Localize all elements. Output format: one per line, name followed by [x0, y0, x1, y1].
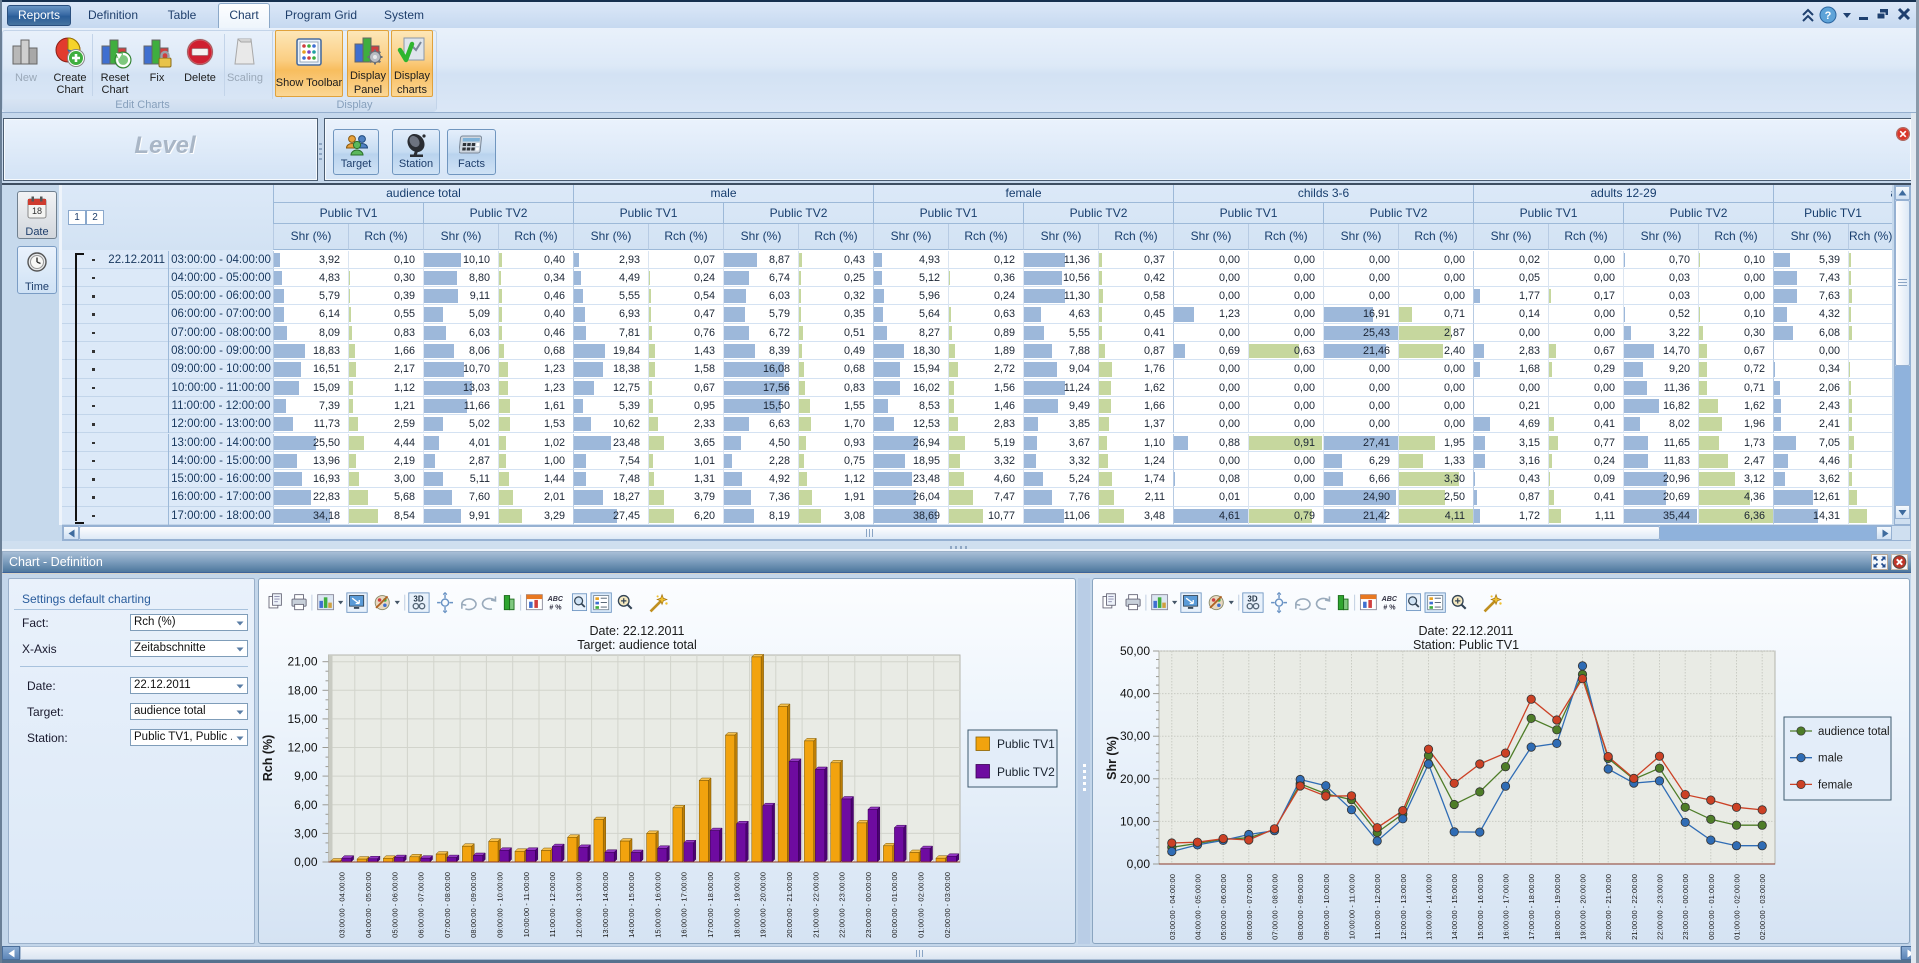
svg-text:14:00:00 - 15:00:00: 14:00:00 - 15:00:00: [1450, 874, 1459, 940]
svg-text:01:00:00 - 02:00:00: 01:00:00 - 02:00:00: [917, 872, 926, 938]
svg-text:11:00:00 - 12:00:00: 11:00:00 - 12:00:00: [548, 872, 557, 937]
svg-text:11:00:00 - 12:00:00: 11:00:00 - 12:00:00: [1373, 874, 1382, 939]
svg-text:07:00:00 - 08:00:00: 07:00:00 - 08:00:00: [443, 872, 452, 938]
svg-text:08:00:00 - 09:00:00: 08:00:00 - 09:00:00: [469, 872, 478, 938]
svg-text:19:00:00 - 20:00:00: 19:00:00 - 20:00:00: [1579, 874, 1588, 940]
svg-text:10:00:00 - 11:00:00: 10:00:00 - 11:00:00: [1348, 874, 1357, 939]
svg-text:20:00:00 - 21:00:00: 20:00:00 - 21:00:00: [785, 872, 794, 938]
svg-text:17:00:00 - 18:00:00: 17:00:00 - 18:00:00: [706, 872, 715, 938]
svg-text:?: ?: [1825, 10, 1832, 22]
svg-text:female: female: [1818, 779, 1853, 791]
svg-text:05:00:00 - 06:00:00: 05:00:00 - 06:00:00: [1219, 874, 1228, 940]
svg-text:18:00:00 - 19:00:00: 18:00:00 - 19:00:00: [1553, 874, 1562, 940]
svg-text:04:00:00 - 05:00:00: 04:00:00 - 05:00:00: [1194, 874, 1203, 940]
svg-text:6,00: 6,00: [294, 798, 318, 812]
svg-text:22:00:00 - 23:00:00: 22:00:00 - 23:00:00: [838, 872, 847, 938]
svg-text:17:00:00 - 18:00:00: 17:00:00 - 18:00:00: [1527, 874, 1536, 940]
svg-text:08:00:00 - 09:00:00: 08:00:00 - 09:00:00: [1296, 874, 1305, 940]
svg-text:23:00:00 - 00:00:00: 23:00:00 - 00:00:00: [1681, 874, 1690, 940]
svg-text:male: male: [1818, 753, 1843, 765]
svg-text:18: 18: [32, 206, 42, 216]
svg-text:06:00:00 - 07:00:00: 06:00:00 - 07:00:00: [1245, 874, 1254, 940]
svg-text:13:00:00 - 14:00:00: 13:00:00 - 14:00:00: [601, 872, 610, 938]
svg-text:0,00: 0,00: [294, 855, 318, 869]
svg-text:10,00: 10,00: [1120, 814, 1150, 828]
svg-text:40,00: 40,00: [1120, 687, 1150, 701]
svg-text:Public TV2: Public TV2: [997, 765, 1055, 779]
svg-text:19:00:00 - 20:00:00: 19:00:00 - 20:00:00: [759, 872, 768, 938]
svg-text:50,00: 50,00: [1120, 644, 1150, 658]
svg-text:06:00:00 - 07:00:00: 06:00:00 - 07:00:00: [417, 872, 426, 938]
svg-text:15,00: 15,00: [287, 712, 317, 726]
svg-text:03:00:00 - 04:00:00: 03:00:00 - 04:00:00: [1168, 874, 1177, 940]
svg-text:18,00: 18,00: [287, 683, 317, 697]
svg-text:30,00: 30,00: [1120, 729, 1150, 743]
svg-text:00:00:00 - 01:00:00: 00:00:00 - 01:00:00: [890, 872, 899, 938]
svg-text:20:00:00 - 21:00:00: 20:00:00 - 21:00:00: [1604, 874, 1613, 940]
svg-text:audience total: audience total: [1818, 726, 1890, 738]
svg-text:22:00:00 - 23:00:00: 22:00:00 - 23:00:00: [1656, 874, 1665, 940]
svg-text:02:00:00 - 03:00:00: 02:00:00 - 03:00:00: [943, 872, 952, 938]
svg-text:Public TV1: Public TV1: [997, 737, 1055, 751]
svg-text:Rch (%): Rch (%): [261, 735, 275, 782]
svg-text:9,00: 9,00: [294, 769, 318, 783]
svg-text:21:00:00 - 22:00:00: 21:00:00 - 22:00:00: [1630, 874, 1639, 940]
svg-text:3,00: 3,00: [294, 826, 318, 840]
svg-text:23:00:00 - 00:00:00: 23:00:00 - 00:00:00: [864, 872, 873, 938]
svg-text:15:00:00 - 16:00:00: 15:00:00 - 16:00:00: [653, 872, 662, 938]
svg-text:00:00:00 - 01:00:00: 00:00:00 - 01:00:00: [1707, 874, 1716, 940]
svg-text:Shr (%): Shr (%): [1105, 736, 1119, 780]
svg-text:13:00:00 - 14:00:00: 13:00:00 - 14:00:00: [1425, 874, 1434, 940]
svg-text:04:00:00 - 05:00:00: 04:00:00 - 05:00:00: [364, 872, 373, 938]
svg-text:07:00:00 - 08:00:00: 07:00:00 - 08:00:00: [1271, 874, 1280, 940]
svg-text:14:00:00 - 15:00:00: 14:00:00 - 15:00:00: [627, 872, 636, 938]
svg-text:10:00:00 - 11:00:00: 10:00:00 - 11:00:00: [522, 872, 531, 937]
svg-text:12,00: 12,00: [287, 741, 317, 755]
svg-text:05:00:00 - 06:00:00: 05:00:00 - 06:00:00: [390, 872, 399, 938]
svg-text:18:00:00 - 19:00:00: 18:00:00 - 19:00:00: [732, 872, 741, 938]
svg-text:09:00:00 - 10:00:00: 09:00:00 - 10:00:00: [1322, 874, 1331, 940]
svg-text:16:00:00 - 17:00:00: 16:00:00 - 17:00:00: [1502, 874, 1511, 940]
svg-text:12:00:00 - 13:00:00: 12:00:00 - 13:00:00: [575, 872, 584, 938]
svg-text:21:00:00 - 22:00:00: 21:00:00 - 22:00:00: [811, 872, 820, 938]
svg-text:0,00: 0,00: [1127, 857, 1151, 871]
svg-text:01:00:00 - 02:00:00: 01:00:00 - 02:00:00: [1733, 874, 1742, 940]
svg-text:12:00:00 - 13:00:00: 12:00:00 - 13:00:00: [1399, 874, 1408, 940]
svg-text:16:00:00 - 17:00:00: 16:00:00 - 17:00:00: [680, 872, 689, 938]
svg-text:15:00:00 - 16:00:00: 15:00:00 - 16:00:00: [1476, 874, 1485, 940]
svg-text:09:00:00 - 10:00:00: 09:00:00 - 10:00:00: [496, 872, 505, 938]
svg-text:03:00:00 - 04:00:00: 03:00:00 - 04:00:00: [338, 872, 347, 938]
svg-text:20,00: 20,00: [1120, 772, 1150, 786]
svg-text:02:00:00 - 03:00:00: 02:00:00 - 03:00:00: [1758, 874, 1767, 940]
svg-text:21,00: 21,00: [287, 655, 317, 669]
